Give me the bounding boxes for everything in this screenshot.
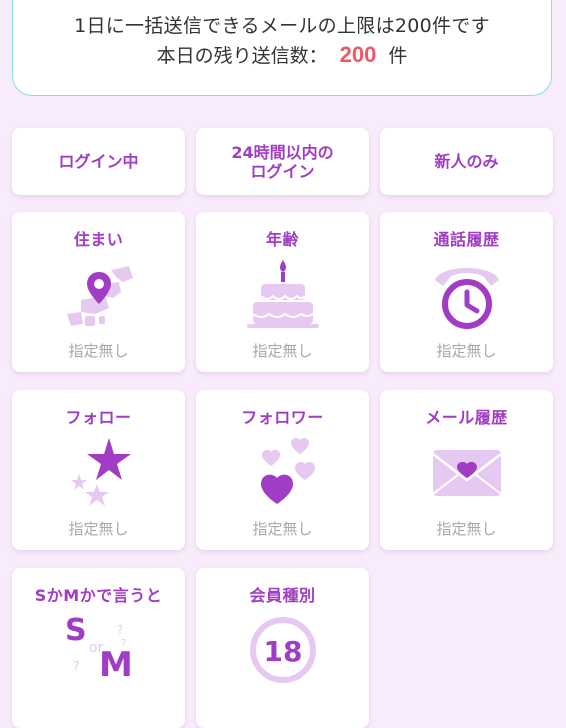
category-call-history-value: 指定無し (436, 342, 497, 360)
cake-icon (243, 256, 323, 332)
category-residence-value: 指定無し (68, 342, 129, 360)
remaining-sends: 本日の残り送信数： 200 件 (13, 41, 551, 68)
remaining-unit: 件 (388, 45, 408, 67)
category-mail-history-title: メール履歴 (425, 408, 508, 427)
s-or-m-icon: S or M ? ? ? (59, 612, 139, 688)
category-call-history-button[interactable]: 通話履歴 指定無し (380, 212, 553, 372)
category-residence-title: 住まい (73, 230, 124, 249)
category-age-title: 年齢 (265, 230, 299, 249)
category-follow-value: 指定無し (68, 520, 129, 538)
category-member-type-title: 会員種別 (249, 586, 316, 605)
filter-login-24h-button[interactable]: 24時間以内の ログイン (196, 128, 369, 195)
stars-icon (59, 434, 139, 510)
category-follow-title: フォロー (65, 408, 132, 427)
age-18-number: 18 (263, 635, 302, 668)
category-s-or-m-title: SかMかで言うと (34, 586, 163, 605)
svg-text:?: ? (73, 659, 79, 673)
filter-login-24h-label: 24時間以内の ログイン (231, 142, 334, 181)
filter-new-only-label: 新人のみ (434, 152, 499, 171)
remaining-label: 本日の残り送信数： (156, 45, 328, 67)
s-letter: S (65, 613, 87, 648)
category-follower-title: フォロワー (241, 408, 324, 427)
category-mail-history-value: 指定無し (436, 520, 497, 538)
hearts-icon (243, 434, 323, 510)
svg-text:?: ? (121, 638, 126, 649)
send-limit-text: 1日に一括送信できるメールの上限は200件です (74, 15, 490, 37)
svg-text:?: ? (117, 623, 123, 637)
filter-new-only-button[interactable]: 新人のみ (380, 128, 553, 195)
category-follower-value: 指定無し (252, 520, 313, 538)
envelope-heart-icon (427, 434, 507, 510)
m-letter: M (99, 645, 133, 685)
category-call-history-title: 通話履歴 (433, 230, 500, 249)
japan-map-pin-icon (59, 256, 139, 332)
age-18-icon: 18 (243, 612, 323, 688)
phone-clock-icon (427, 256, 507, 332)
category-member-type-button[interactable]: 会員種別 18 (196, 568, 369, 728)
category-age-button[interactable]: 年齢 指定無し (196, 212, 369, 372)
remaining-count: 200 (339, 42, 377, 67)
filter-logged-in-button[interactable]: ログイン中 (12, 128, 185, 195)
category-s-or-m-button[interactable]: SかMかで言うと S or M ? ? ? (12, 568, 185, 728)
category-mail-history-button[interactable]: メール履歴 指定無し (380, 390, 553, 550)
category-follower-button[interactable]: フォロワー 指定無し (196, 390, 369, 550)
send-limit-info: 1日に一括送信できるメールの上限は200件です 本日の残り送信数： 200 件 (12, 0, 552, 96)
category-residence-button[interactable]: 住まい 指定無し (12, 212, 185, 372)
category-age-value: 指定無し (252, 342, 313, 360)
filter-logged-in-label: ログイン中 (58, 152, 139, 171)
category-follow-button[interactable]: フォロー 指定無し (12, 390, 185, 550)
